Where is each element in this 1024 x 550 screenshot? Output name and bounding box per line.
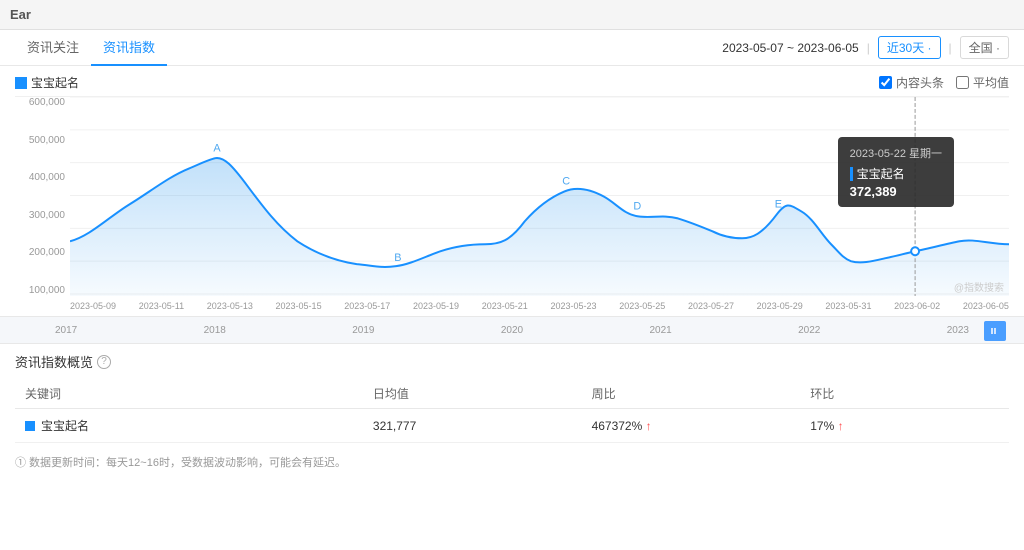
tooltip: 2023-05-22 星期一 宝宝起名 372,389: [838, 137, 954, 207]
timeline-bar: 2017 2018 2019 2020 2021 2022 2023: [0, 316, 1024, 344]
x-label-10: 2023-05-27: [688, 301, 734, 311]
tooltip-name-row: 宝宝起名: [850, 165, 942, 182]
summary-table: 关键词 日均值 周比 环比 宝宝起名 321,777 467372% ↑: [15, 379, 1009, 443]
x-label-6: 2023-05-19: [413, 301, 459, 311]
x-label-4: 2023-05-15: [276, 301, 322, 311]
checkbox-content[interactable]: 内容头条: [879, 74, 944, 91]
x-label-8: 2023-05-23: [550, 301, 596, 311]
footer-note-text: ① 数据更新时间：每天12~16时，受数据波动影响，可能会有延迟。: [15, 457, 346, 469]
x-label-13: 2023-06-02: [894, 301, 940, 311]
legend-label: 宝宝起名: [31, 74, 79, 91]
up-arrow-weekly: ↑: [646, 419, 652, 433]
chart-area: A B C D E 2023-05-22 星期一 宝宝起名 372,389: [70, 97, 1009, 296]
x-label-5: 2023-05-17: [344, 301, 390, 311]
x-label-1: 2023-05-09: [70, 301, 116, 311]
timeline-2023: 2023: [947, 325, 969, 336]
info-icon[interactable]: ?: [97, 355, 111, 369]
timeline-2017: 2017: [55, 325, 77, 336]
x-label-11: 2023-05-29: [757, 301, 803, 311]
legend-item: 宝宝起名: [15, 74, 79, 91]
svg-text:A: A: [213, 143, 221, 155]
col-weekly: 周比: [582, 379, 801, 409]
x-label-3: 2023-05-13: [207, 301, 253, 311]
tabs-container: 资讯关注 资讯指数 2023-05-07 ~ 2023-06-05 | 近30天…: [0, 30, 1024, 66]
chart-section: 宝宝起名 内容头条 平均值 600,000 500,000 400,000 30…: [0, 66, 1024, 316]
y-label-3: 400,000: [29, 172, 65, 183]
timeline-2018: 2018: [204, 325, 226, 336]
y-label-6: 100,000: [29, 285, 65, 296]
tooltip-value: 372,389: [850, 184, 942, 199]
checkbox-avg[interactable]: 平均值: [956, 74, 1009, 91]
tab-controls: 2023-05-07 ~ 2023-06-05 | 近30天 · | 全国 ·: [722, 36, 1009, 59]
keyword-cell: 宝宝起名: [15, 409, 363, 443]
chart-wrapper: 600,000 500,000 400,000 300,000 200,000 …: [15, 96, 1009, 316]
svg-text:C: C: [562, 176, 570, 188]
col-keyword: 关键词: [15, 379, 363, 409]
up-arrow-monthly: ↑: [838, 419, 844, 433]
tooltip-line-indicator: [850, 167, 853, 181]
y-label-4: 300,000: [29, 210, 65, 221]
weekly-change-cell: 467372% ↑: [582, 409, 801, 443]
timeline-2019: 2019: [352, 325, 374, 336]
timeline-slider[interactable]: [984, 321, 1006, 341]
summary-section: 资讯指数概览 ? 关键词 日均值 周比 环比 宝宝起名 321,777: [0, 344, 1024, 448]
timeline-2020: 2020: [501, 325, 523, 336]
timeline-2022: 2022: [798, 325, 820, 336]
legend-right: 内容头条 平均值: [879, 74, 1009, 91]
tooltip-keyword: 宝宝起名: [857, 165, 905, 182]
top-bar: Ear: [0, 0, 1024, 30]
top-bar-text: Ear: [10, 7, 31, 22]
x-label-2: 2023-05-11: [139, 301, 184, 311]
monthly-change-cell: 17% ↑: [800, 409, 1009, 443]
x-label-7: 2023-05-21: [482, 301, 528, 311]
timeline-labels: 2017 2018 2019 2020 2021 2022 2023: [55, 325, 969, 336]
svg-text:D: D: [633, 200, 641, 212]
y-label-1: 600,000: [29, 97, 65, 108]
timeline-2021: 2021: [650, 325, 672, 336]
legend-bar: 宝宝起名 内容头条 平均值: [15, 74, 1009, 91]
keyword-text: 宝宝起名: [41, 417, 89, 434]
daily-avg-cell: 321,777: [363, 409, 582, 443]
col-monthly: 环比: [800, 379, 1009, 409]
tab-index[interactable]: 资讯指数: [91, 30, 167, 66]
col-daily: 日均值: [363, 379, 582, 409]
x-axis: 2023-05-09 2023-05-11 2023-05-13 2023-05…: [70, 296, 1009, 316]
separator: |: [867, 41, 870, 55]
y-axis: 600,000 500,000 400,000 300,000 200,000 …: [15, 97, 70, 296]
footer: ① 数据更新时间：每天12~16时，受数据波动影响，可能会有延迟。: [0, 448, 1024, 476]
legend-color-box: [15, 77, 27, 89]
watermark: @指数搜索: [954, 279, 1004, 294]
y-label-5: 200,000: [29, 247, 65, 258]
date-range-text: 2023-05-07 ~ 2023-06-05: [722, 41, 858, 55]
x-label-12: 2023-05-31: [825, 301, 871, 311]
summary-title-text: 资讯指数概览: [15, 352, 93, 371]
y-label-2: 500,000: [29, 135, 65, 146]
tooltip-date: 2023-05-22 星期一: [850, 145, 942, 161]
svg-text:E: E: [775, 198, 782, 210]
period-button[interactable]: 近30天 ·: [878, 36, 941, 59]
summary-title-bar: 资讯指数概览 ?: [15, 352, 1009, 371]
x-label-14: 2023-06-05: [963, 301, 1009, 311]
separator2: |: [949, 41, 952, 55]
table-row: 宝宝起名 321,777 467372% ↑ 17% ↑: [15, 409, 1009, 443]
x-label-9: 2023-05-25: [619, 301, 665, 311]
svg-text:B: B: [394, 252, 401, 264]
region-button[interactable]: 全国 ·: [960, 36, 1009, 59]
kw-dot: [25, 421, 35, 431]
tab-attention[interactable]: 资讯关注: [15, 30, 91, 66]
